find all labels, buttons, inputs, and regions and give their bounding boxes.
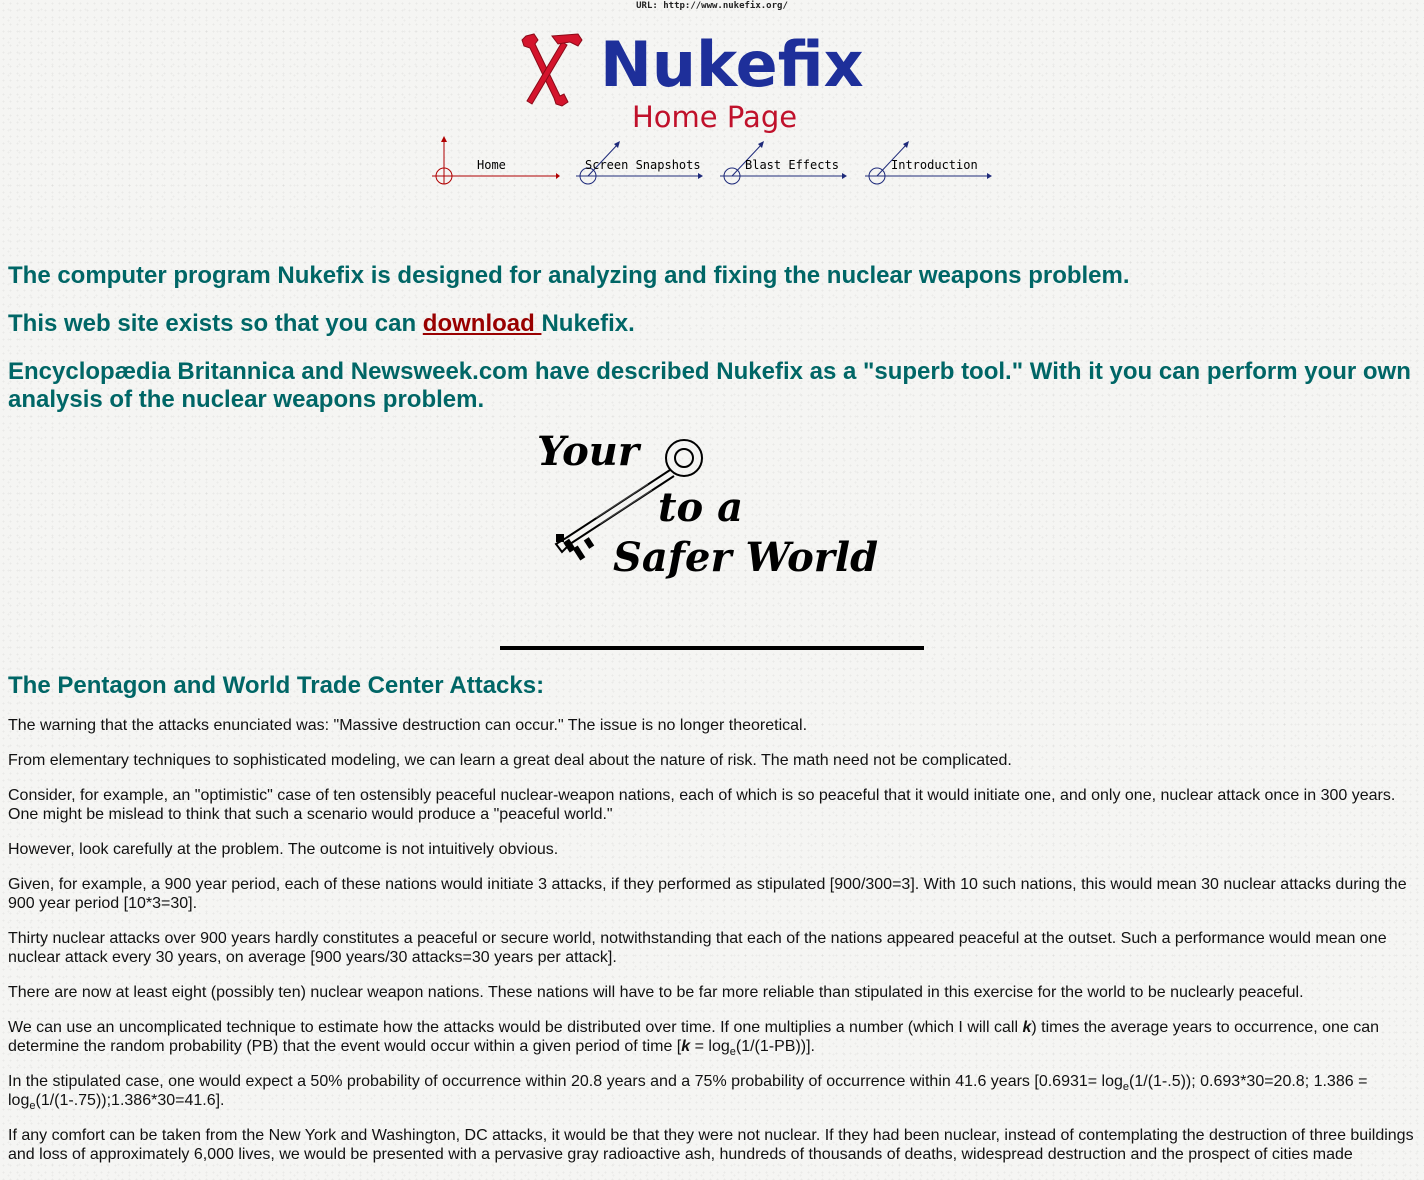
p8-text-a: We can use an uncomplicated technique to… bbox=[8, 1019, 1023, 1036]
p8-text-d: (1/(1-PB))]. bbox=[735, 1038, 815, 1055]
paragraph-9: In the stipulated case, one would expect… bbox=[8, 1072, 1416, 1112]
paragraph-5: Given, for example, a 900 year period, e… bbox=[8, 876, 1407, 912]
nav-home[interactable]: Home bbox=[430, 136, 560, 188]
site-title: Nukefix bbox=[600, 28, 864, 101]
nav-home-label: Home bbox=[477, 158, 506, 172]
paragraph-2: From elementary techniques to sophistica… bbox=[8, 752, 1012, 769]
nav-introduction[interactable]: Introduction bbox=[863, 136, 993, 188]
horizontal-rule bbox=[500, 646, 924, 650]
nav-screen-snapshots[interactable]: Screen Snapshots bbox=[574, 136, 704, 188]
safer-world-banner: Your to a Safer World bbox=[8, 430, 1416, 612]
banner-word-1: Your bbox=[537, 428, 639, 475]
paragraph-4: However, look carefully at the problem. … bbox=[8, 841, 559, 858]
paragraph-1: The warning that the attacks enunciated … bbox=[8, 717, 808, 734]
p9-text-a: In the stipulated case, one would expect… bbox=[8, 1073, 1123, 1090]
p8-k2: k bbox=[681, 1038, 691, 1055]
nav-introduction-label: Introduction bbox=[891, 158, 978, 172]
nav-blast-effects-label: Blast Effects bbox=[745, 158, 839, 172]
p8-text-c: = log bbox=[690, 1038, 730, 1055]
intro-line-2: This web site exists so that you can dow… bbox=[8, 310, 1416, 338]
banner-word-2: to a bbox=[658, 484, 743, 531]
p8-k: k bbox=[1022, 1019, 1032, 1036]
download-link[interactable]: download bbox=[423, 310, 542, 337]
site-subtitle: Home Page bbox=[632, 100, 798, 134]
nav-screen-snapshots-label: Screen Snapshots bbox=[585, 158, 701, 172]
intro-line-2-post: Nukefix. bbox=[541, 310, 635, 337]
intro-line-2-pre: This web site exists so that you can bbox=[8, 310, 423, 337]
intro-line-3: Encyclopædia Britannica and Newsweek.com… bbox=[8, 358, 1411, 413]
paragraph-7: There are now at least eight (possibly t… bbox=[8, 984, 1304, 1001]
nav-blast-effects[interactable]: Blast Effects bbox=[718, 136, 848, 188]
paragraph-3: Consider, for example, an "optimistic" c… bbox=[8, 787, 1396, 823]
nav-bar: Home Screen Snapshots Blast Effects Intr… bbox=[0, 136, 1424, 188]
banner-word-3: Safer World bbox=[613, 534, 879, 581]
intro-line-1: The computer program Nukefix is designed… bbox=[8, 262, 1130, 289]
paragraph-8: We can use an uncomplicated technique to… bbox=[8, 1018, 1416, 1058]
section-heading: The Pentagon and World Trade Center Atta… bbox=[8, 672, 545, 699]
nukefix-logo: Nukefix Home Page bbox=[518, 30, 908, 140]
hammer-wrench-icon bbox=[521, 33, 583, 107]
main-content: The computer program Nukefix is designed… bbox=[8, 262, 1416, 1180]
paragraph-10: If any comfort can be taken from the New… bbox=[8, 1127, 1414, 1163]
p9-text-c: (1/(1-.75));1.386*30=41.6]. bbox=[35, 1092, 225, 1109]
paragraph-6: Thirty nuclear attacks over 900 years ha… bbox=[8, 930, 1387, 966]
url-line: URL: http://www.nukefix.org/ bbox=[636, 1, 788, 11]
